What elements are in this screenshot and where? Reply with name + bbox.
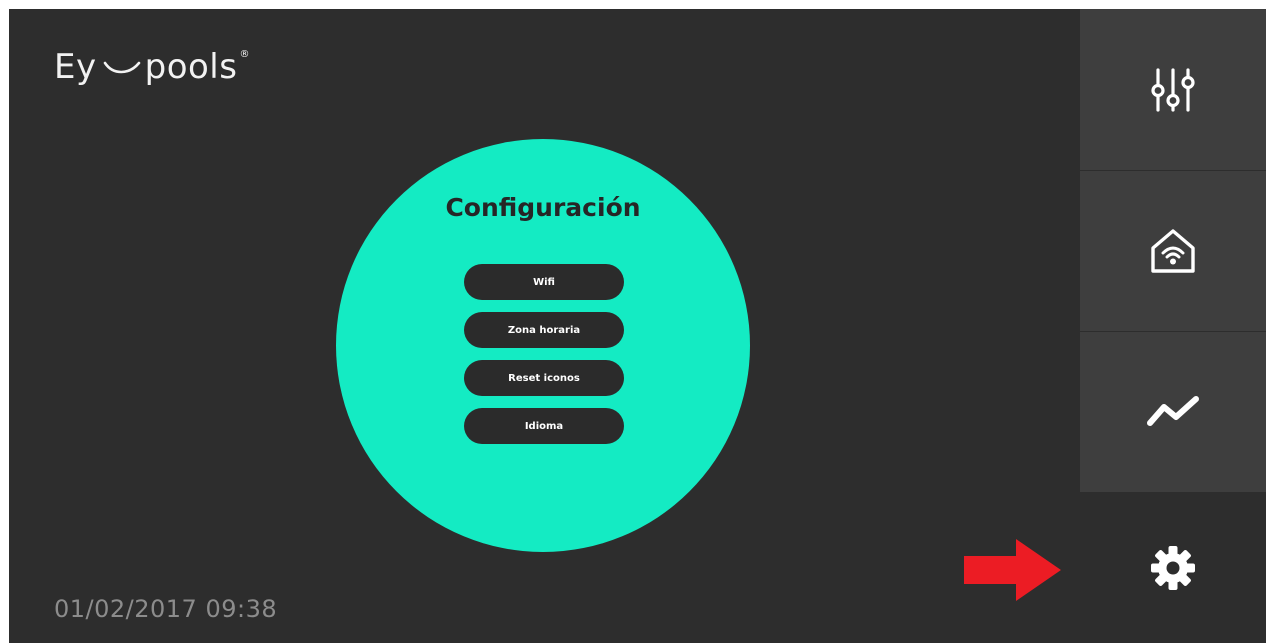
gear-icon	[1151, 546, 1195, 590]
sidebar-item-settings[interactable]	[1080, 493, 1266, 643]
registered-mark: ®	[239, 49, 250, 60]
wifi-button[interactable]: Wifi	[464, 264, 624, 300]
home-wifi-icon	[1151, 229, 1195, 273]
datetime-label: 01/02/2017 09:38	[54, 595, 278, 623]
language-button[interactable]: Idioma	[464, 408, 624, 444]
trend-line-icon	[1147, 396, 1199, 426]
sidebar	[1080, 9, 1266, 643]
annotation-arrow-icon	[964, 539, 1061, 601]
reset-icons-button[interactable]: Reset iconos	[464, 360, 624, 396]
sidebar-item-home[interactable]	[1080, 171, 1266, 331]
timezone-button[interactable]: Zona horaria	[464, 312, 624, 348]
brand-logo: Ey pools ®	[54, 45, 250, 89]
sidebar-item-controls[interactable]	[1080, 9, 1266, 170]
sidebar-item-stats[interactable]	[1080, 332, 1266, 492]
app-screen: Ey pools ® Configuración Wifi Zona horar…	[9, 9, 1266, 643]
wave-icon	[103, 61, 140, 74]
sliders-icon	[1151, 67, 1195, 112]
brand-name-left: Ey	[54, 47, 97, 87]
config-panel: Configuración Wifi Zona horaria Reset ic…	[336, 139, 750, 552]
brand-name-right: pools	[144, 47, 238, 87]
config-title: Configuración	[445, 193, 641, 222]
